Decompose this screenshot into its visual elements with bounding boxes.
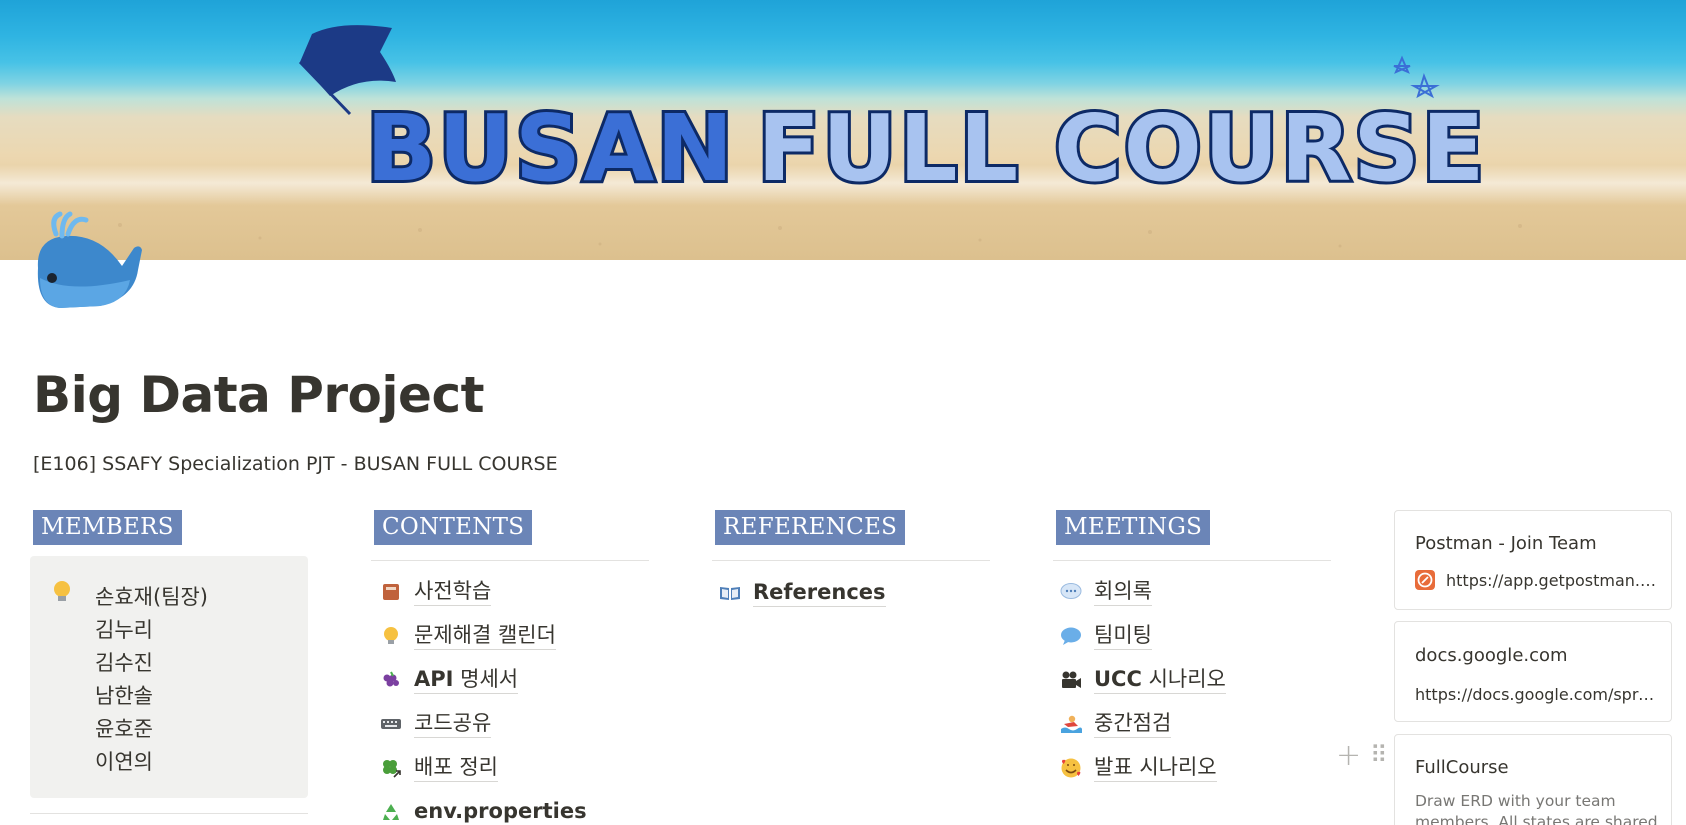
- page-link-label: 발표 시나리오: [1094, 754, 1217, 782]
- bookmark-postman[interactable]: Postman - Join Team https://app.getpostm…: [1394, 510, 1672, 610]
- page-link-deploy[interactable]: 배포 정리: [380, 752, 498, 784]
- movie-camera-icon: [1060, 669, 1082, 691]
- banner-word-busan: BUSAN: [366, 95, 735, 202]
- page-link-ucc-scenario[interactable]: UCC 시나리오: [1060, 664, 1226, 696]
- smiling-hearts-icon: [1060, 757, 1082, 779]
- page-link-prestudy[interactable]: 사전학습: [380, 576, 492, 608]
- bookmark-description: Draw ERD with your team members. All sta…: [1415, 792, 1658, 825]
- page-link-label: UCC 시나리오: [1094, 666, 1226, 694]
- divider: [1053, 560, 1331, 561]
- divider: [712, 560, 990, 561]
- divider: [30, 813, 308, 814]
- bookmark-title: docs.google.com: [1415, 645, 1568, 666]
- page-link-label: 회의록: [1094, 578, 1152, 606]
- members-column: MEMBERS: [33, 510, 313, 545]
- page-link-env-properties[interactable]: env.properties: [380, 796, 587, 825]
- lightbulb-icon: [380, 625, 402, 647]
- whale-icon[interactable]: [30, 208, 142, 313]
- page-link-code-share[interactable]: 코드공유: [380, 708, 492, 740]
- member-name: 남한솔: [95, 684, 153, 708]
- meetings-column: MEETINGS: [1056, 510, 1336, 545]
- page-link-team-meeting[interactable]: 팀미팅: [1060, 620, 1152, 652]
- page-link-label-bold: UCC: [1094, 667, 1142, 691]
- open-book-icon: [719, 582, 741, 604]
- references-header: REFERENCES: [715, 510, 906, 545]
- stars-icon: [1393, 55, 1440, 99]
- contents-header: CONTENTS: [374, 510, 533, 545]
- page-link-minutes[interactable]: 회의록: [1060, 576, 1152, 608]
- page-link-label: 중간점검: [1094, 710, 1172, 738]
- contents-column: CONTENTS: [374, 510, 654, 545]
- member-name: 윤호준: [95, 717, 153, 741]
- page-link-midterm-check[interactable]: 중간점검: [1060, 708, 1172, 740]
- postman-icon: [1415, 570, 1435, 590]
- meetings-header: MEETINGS: [1056, 510, 1211, 545]
- bookmark-title: Postman - Join Team: [1415, 533, 1597, 554]
- svg-text:BUSANFULL COURSE: BUSAN FULL COURSE: [366, 95, 1487, 202]
- banner-words-full-course: FULL COURSE: [757, 95, 1486, 202]
- bookmark-title: FullCourse: [1415, 757, 1509, 778]
- page-link-references[interactable]: References: [719, 577, 886, 609]
- bookmark-url: https://app.getpostman.co...: [1446, 571, 1661, 590]
- chat-bubble-icon: [1060, 625, 1082, 647]
- bookmark-google-docs[interactable]: docs.google.com https://docs.google.com/…: [1394, 621, 1672, 722]
- book-icon: [380, 581, 402, 603]
- divider: [371, 560, 649, 561]
- clover-icon: [380, 757, 402, 779]
- page-link-api-spec[interactable]: API 명세서: [380, 664, 519, 696]
- page-link-label-rest: 시나리오: [1141, 667, 1226, 691]
- page-link-label: 배포 정리: [414, 754, 498, 782]
- keyboard-icon: [380, 713, 402, 735]
- add-block-button[interactable]: +: [1336, 737, 1362, 773]
- page-link-presentation-scenario[interactable]: 발표 시나리오: [1060, 752, 1217, 784]
- page-link-label: env.properties: [414, 798, 587, 825]
- page-link-calendar[interactable]: 문제해결 캘린더: [380, 620, 556, 652]
- page-link-label: 코드공유: [414, 710, 492, 738]
- page-link-label: 팀미팅: [1094, 622, 1152, 650]
- page-link-label: 사전학습: [414, 578, 492, 606]
- plus-icon: +: [1336, 737, 1362, 773]
- drag-handle-icon: ⠿: [1370, 741, 1388, 769]
- page-subtitle: [E106] SSAFY Specialization PJT - BUSAN …: [33, 453, 558, 475]
- bookmark-url: https://docs.google.com/sprea...: [1415, 685, 1660, 704]
- bookmark-fullcourse[interactable]: FullCourse Draw ERD with your team membe…: [1394, 734, 1672, 825]
- references-column: REFERENCES: [715, 510, 995, 545]
- page-link-label: API 명세서: [414, 666, 519, 694]
- page-title[interactable]: Big Data Project: [33, 366, 484, 424]
- cover-image[interactable]: BUSAN FULL COURSE: [0, 0, 1686, 260]
- member-name: 김수진: [95, 651, 153, 675]
- page-link-label: 문제해결 캘린더: [414, 622, 556, 650]
- member-name: 김누리: [95, 618, 153, 642]
- cover-art: BUSAN FULL COURSE: [118, 25, 1522, 248]
- member-name: 이연의: [95, 750, 153, 774]
- page-link-label: References: [753, 579, 886, 607]
- members-callout: 손효재(팀장) 김누리 김수진 남한솔 윤호준 이연의: [30, 556, 308, 798]
- speech-bubble-icon: [1060, 581, 1082, 603]
- grapes-icon: [380, 669, 402, 691]
- recycle-icon: [380, 801, 402, 823]
- page-link-label-bold: API: [414, 667, 454, 691]
- drag-handle[interactable]: ⠿: [1370, 740, 1388, 770]
- members-header: MEMBERS: [33, 510, 182, 545]
- page-link-label-rest: 명세서: [453, 667, 519, 691]
- lightbulb-icon: [54, 581, 70, 601]
- swimmer-icon: [1060, 713, 1082, 735]
- member-name: 손효재(팀장): [95, 585, 208, 609]
